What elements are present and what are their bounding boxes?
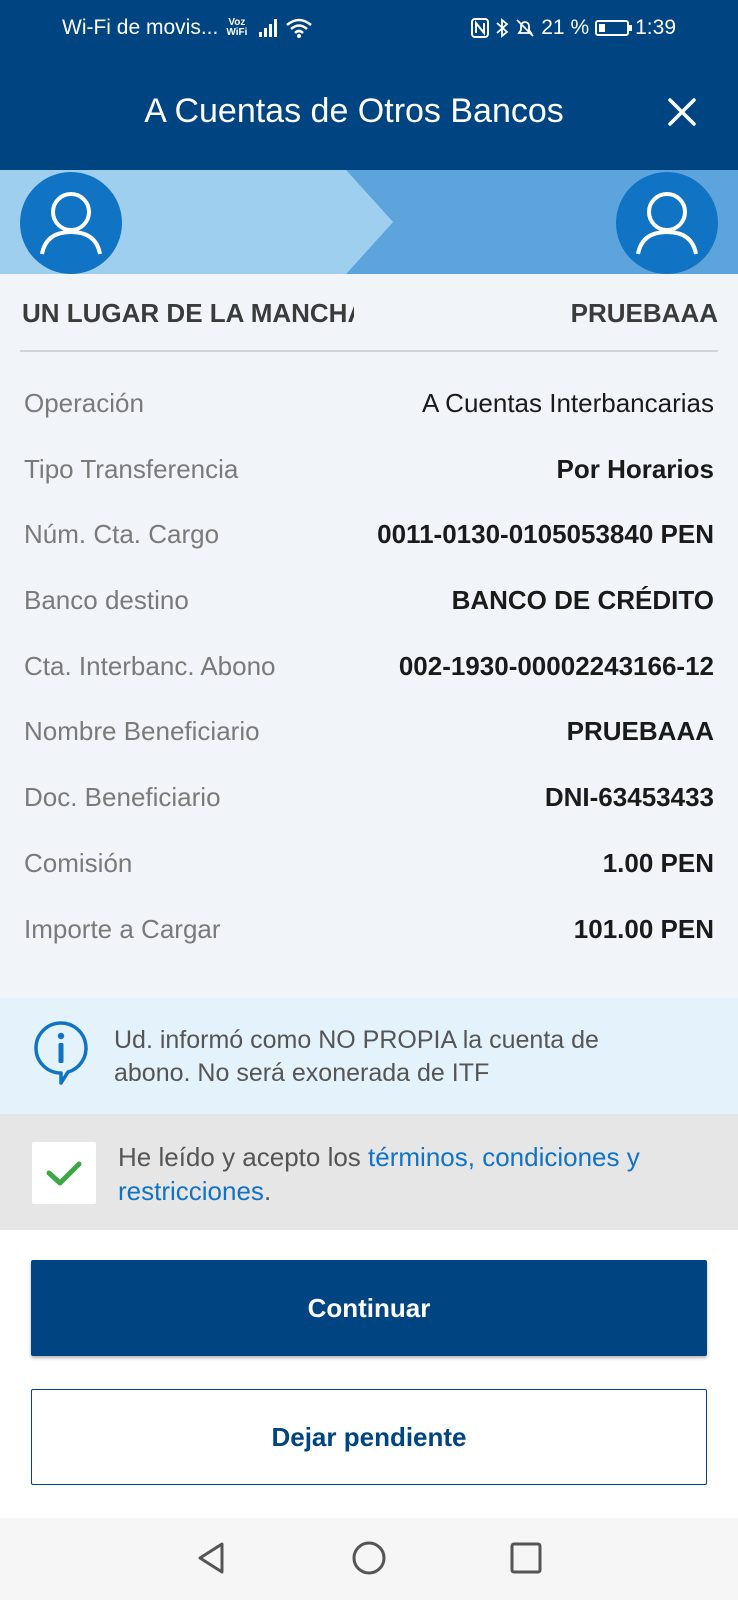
detail-row-doc: Doc. Beneficiario DNI-63453433: [24, 782, 714, 848]
terms-text: He leído y acepto los términos, condicio…: [118, 1140, 708, 1208]
carrier-label: Wi-Fi de movis...: [62, 16, 219, 39]
detail-label: Importe a Cargar: [24, 913, 221, 944]
detail-row-cuenta-cargo: Núm. Cta. Cargo 0011-0130-0105053840 PEN: [24, 519, 714, 585]
app-header: A Cuentas de Otros Bancos: [0, 56, 738, 170]
user-icon: [40, 192, 102, 255]
detail-row-operacion: Operación A Cuentas Interbancarias: [24, 388, 714, 454]
detail-list: Operación A Cuentas Interbancarias Tipo …: [24, 388, 714, 979]
detail-label: Cta. Interbanc. Abono: [24, 650, 276, 681]
detail-row-importe: Importe a Cargar 101.00 PEN: [24, 914, 714, 980]
bluetooth-icon: [496, 18, 509, 38]
terms-suffix: .: [263, 1176, 272, 1206]
nfc-icon: [471, 18, 490, 38]
close-icon[interactable]: [664, 94, 700, 130]
detail-label: Tipo Transferencia: [24, 453, 239, 484]
detail-label: Comisión: [24, 847, 133, 878]
continue-button[interactable]: Continuar: [31, 1260, 707, 1356]
detail-label: Banco destino: [24, 585, 189, 616]
summary-panel: UN LUGAR DE LA MANCHA PRUEBAAA Operación…: [0, 170, 738, 998]
back-triangle-icon[interactable]: [192, 1538, 232, 1578]
info-icon: [34, 1021, 88, 1085]
detail-label: Doc. Beneficiario: [24, 782, 221, 813]
detail-label: Operación: [24, 388, 144, 418]
terms-section: He leído y acepto los términos, condicio…: [0, 1114, 738, 1230]
recipient-name: PRUEBAAA: [570, 298, 718, 328]
sender-avatar: [20, 172, 122, 274]
detail-value: 1.00 PEN: [602, 847, 714, 878]
detail-value: BANCO DE CRÉDITO: [451, 585, 714, 616]
divider: [20, 350, 718, 352]
system-nav-bar: [0, 1518, 738, 1600]
home-circle-icon[interactable]: [349, 1538, 389, 1578]
battery-percent: 21 %: [541, 16, 590, 39]
detail-label: Núm. Cta. Cargo: [24, 519, 220, 550]
leave-pending-button[interactable]: Dejar pendiente: [31, 1389, 707, 1485]
detail-value: 0011-0130-0105053840 PEN: [377, 519, 714, 550]
info-message: Ud. informó como NO PROPIA la cuenta de …: [114, 1026, 599, 1087]
detail-row-beneficiario: Nombre Beneficiario PRUEBAAA: [24, 716, 714, 782]
detail-row-comision: Comisión 1.00 PEN: [24, 848, 714, 914]
sender-name: UN LUGAR DE LA MANCHA: [22, 298, 354, 328]
terms-prefix: He leído y acepto los: [118, 1142, 369, 1172]
detail-label: Nombre Beneficiario: [24, 716, 260, 747]
detail-row-cta-abono: Cta. Interbanc. Abono 002-1930-000022431…: [24, 651, 714, 717]
recents-square-icon[interactable]: [506, 1538, 546, 1578]
signal-icon: [259, 19, 278, 37]
detail-value: 101.00 PEN: [573, 913, 714, 944]
status-right: 21 % 1:39: [471, 16, 676, 40]
detail-value: DNI-63453433: [544, 782, 714, 813]
detail-row-banco: Banco destino BANCO DE CRÉDITO: [24, 585, 714, 651]
detail-value: Por Horarios: [556, 453, 715, 484]
page-title: A Cuentas de Otros Bancos: [144, 92, 564, 130]
status-left: Wi-Fi de movis... Voz WiFi: [62, 16, 313, 40]
status-bar: Wi-Fi de movis... Voz WiFi 21 % 1:39: [0, 0, 738, 56]
terms-checkbox[interactable]: [32, 1142, 96, 1204]
detail-value: PRUEBAAA: [566, 716, 714, 747]
info-notice: Ud. informó como NO PROPIA la cuenta de …: [0, 998, 738, 1114]
battery-icon: [595, 20, 633, 36]
detail-value: A Cuentas Interbancarias: [422, 388, 714, 418]
mute-bell-icon: [516, 19, 534, 37]
wifi-icon: [286, 18, 313, 38]
user-icon: [636, 192, 698, 255]
detail-row-tipo: Tipo Transferencia Por Horarios: [24, 454, 714, 520]
detail-value: 002-1930-00002243166-12: [398, 650, 714, 681]
wifi-label: WiFi: [226, 27, 248, 38]
voz-wifi-indicator: Voz WiFi: [226, 18, 247, 38]
clock: 1:39: [635, 16, 676, 39]
check-icon: [46, 1161, 82, 1186]
recipient-avatar: [616, 172, 718, 274]
